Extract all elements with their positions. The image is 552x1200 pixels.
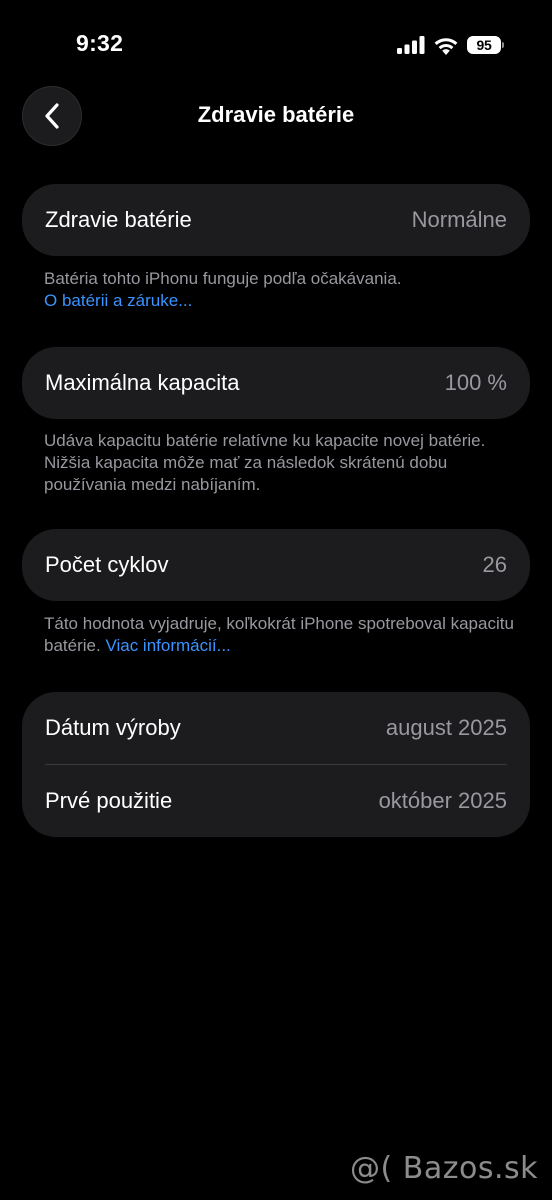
battery-icon: 95 xyxy=(467,36,504,54)
cycle-count-card: Počet cyklov 26 xyxy=(22,529,530,601)
wifi-icon xyxy=(434,37,458,55)
watermark: @( Bazos.sk xyxy=(350,1151,538,1186)
battery-level: 95 xyxy=(467,36,501,54)
first-use-row: Prvé použitie október 2025 xyxy=(22,765,530,837)
more-info-link[interactable]: Viac informácií... xyxy=(105,636,230,655)
max-capacity-note: Udáva kapacitu batérie relatívne ku kapa… xyxy=(44,431,486,494)
battery-health-label: Zdravie batérie xyxy=(45,207,192,232)
cycle-count-note: Táto hodnota vyjadruje, koľkokrát iPhone… xyxy=(44,613,524,657)
max-capacity-value: 100 % xyxy=(444,370,507,395)
cycle-count-value: 26 xyxy=(482,552,507,577)
cycle-count-label: Počet cyklov xyxy=(45,552,169,577)
status-time: 9:32 xyxy=(76,30,124,56)
status-icons: 95 xyxy=(397,34,504,56)
status-bar: 9:32 95 xyxy=(0,0,552,90)
battery-nub xyxy=(502,42,504,48)
manufacture-date-label: Dátum výroby xyxy=(45,715,181,740)
battery-health-card: Zdravie batérie Normálne xyxy=(22,184,530,256)
battery-health-note: Batéria tohto iPhonu funguje podľa očaká… xyxy=(44,268,524,312)
battery-health-value: Normálne xyxy=(411,207,507,232)
cycle-count-row: Počet cyklov 26 xyxy=(22,529,530,601)
battery-health-row: Zdravie batérie Normálne xyxy=(22,184,530,256)
battery-warranty-link[interactable]: O batérii a záruke... xyxy=(44,290,524,312)
max-capacity-row: Maximálna kapacita 100 % xyxy=(22,347,530,419)
manufacture-date-row: Dátum výroby august 2025 xyxy=(22,692,530,764)
battery-health-note-text: Batéria tohto iPhonu funguje podľa očaká… xyxy=(44,269,402,288)
first-use-label: Prvé použitie xyxy=(45,788,173,813)
manufacture-date-value: august 2025 xyxy=(385,715,507,740)
cellular-signal-icon xyxy=(397,36,425,54)
first-use-value: október 2025 xyxy=(378,788,507,813)
max-capacity-card: Maximálna kapacita 100 % xyxy=(22,347,530,419)
dates-card: Dátum výroby august 2025 Prvé použitie o… xyxy=(22,692,530,837)
page-title: Zdravie batérie xyxy=(197,102,355,127)
max-capacity-label: Maximálna kapacita xyxy=(45,370,240,395)
